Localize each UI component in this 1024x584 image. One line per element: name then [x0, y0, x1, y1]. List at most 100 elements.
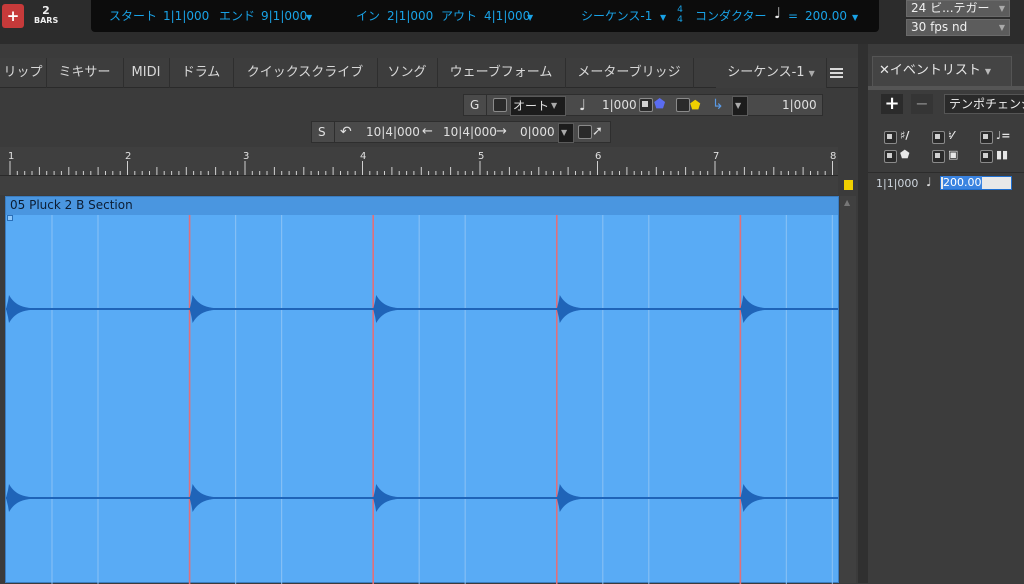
end-label: エンド: [219, 9, 256, 23]
tab-mixer[interactable]: ミキサー: [46, 58, 124, 88]
vertical-scrollbar[interactable]: ▲: [840, 196, 856, 583]
window-tab-bar: リップ ミキサー MIDI ドラム クイックスクライブ ソング ウェーブフォーム…: [0, 58, 858, 88]
marker-checkbox[interactable]: [639, 98, 653, 112]
audio-event[interactable]: 05 Pluck 2 B Section: [5, 196, 839, 584]
grid-value[interactable]: 1|000: [602, 95, 637, 115]
blue-marker-icon: ⬟: [654, 97, 666, 112]
flag-checkbox[interactable]: [676, 98, 690, 112]
ruler-bar-7: 7: [713, 151, 720, 162]
filter-checkbox-marker[interactable]: [884, 150, 897, 163]
ruler-bar-3: 3: [243, 151, 250, 162]
edit-value-1[interactable]: 10|4|000: [366, 122, 420, 142]
tab-clip[interactable]: リップ: [0, 58, 47, 88]
event-value-field[interactable]: 200.00: [940, 176, 1012, 190]
quarter-note-icon: ♩: [774, 4, 782, 22]
chevron-down-icon: ▼: [998, 4, 1005, 13]
grid-button[interactable]: G: [470, 95, 479, 115]
end-value[interactable]: 9|1|000: [261, 9, 307, 23]
event-position: 1|1|000: [876, 177, 919, 190]
chevron-down-icon: ▼: [735, 101, 742, 110]
counter-panel: スタート 1|1|000 エンド 9|1|000 ▼ イン 2|1|000 アウ…: [91, 0, 879, 32]
event-row[interactable]: 1|1|000 ♩ 200.00: [868, 174, 1024, 192]
pane-divider[interactable]: [858, 44, 868, 583]
left-arrow-icon[interactable]: ←: [422, 122, 433, 142]
undo-icon[interactable]: ↶: [340, 122, 352, 142]
conductor-label[interactable]: コンダクター: [695, 9, 767, 23]
sequence-selector[interactable]: シーケンス-1: [581, 9, 652, 23]
ruler-bar-5: 5: [478, 151, 485, 162]
time-signature-icon: ♯/: [900, 129, 910, 142]
filter-checkbox-time-sig[interactable]: [884, 131, 897, 144]
right-arrow-icon[interactable]: →: [496, 122, 507, 142]
snap-button[interactable]: S: [318, 122, 326, 142]
waveform: [6, 215, 838, 584]
tempo-icon: ♩=: [996, 129, 1011, 142]
add-event-button[interactable]: +: [881, 94, 903, 114]
frame-rate-dropdown[interactable]: 24 ビ...テガー ▼: [906, 0, 1010, 17]
event-header[interactable]: 05 Pluck 2 B Section: [6, 197, 838, 215]
grid-mode-value: オート: [513, 99, 550, 113]
timeline-ruler[interactable]: 1 2 3 4 5 6 7 8: [0, 147, 838, 195]
ruler-bar-2: 2: [125, 151, 132, 162]
tempo-value[interactable]: 200.00: [805, 9, 847, 23]
event-type-dropdown[interactable]: テンポチェンジ: [944, 94, 1024, 114]
ruler-bar-8: 8: [830, 151, 837, 162]
time-sig-top: 4: [677, 5, 683, 15]
in-value[interactable]: 2|1|000: [387, 9, 433, 23]
tab-waveform[interactable]: ウェーブフォーム: [437, 58, 566, 88]
tab-meter-bridge[interactable]: メーターブリッジ: [565, 58, 694, 88]
close-icon[interactable]: ✕: [879, 63, 890, 78]
return-arrow-icon[interactable]: ↳: [712, 95, 724, 115]
tab-midi[interactable]: MIDI: [123, 58, 170, 88]
fps-value: 30 fps nd: [911, 20, 968, 34]
pause-icon: ▮▮: [996, 148, 1009, 161]
panel-tab-underline: [868, 86, 1024, 90]
end-dropdown-icon[interactable]: ▼: [303, 9, 312, 25]
tab-drum[interactable]: ドラム: [169, 58, 234, 88]
edit-value-3[interactable]: 0|000: [520, 122, 555, 142]
filter-checkbox-region[interactable]: [932, 150, 945, 163]
scroll-up-icon[interactable]: ▲: [844, 198, 850, 207]
sequence-dropdown-icon[interactable]: ▼: [657, 9, 666, 25]
time-sig-bottom: 4: [677, 15, 683, 25]
filter-checkbox-tempo[interactable]: [980, 131, 993, 144]
tempo-dropdown-icon[interactable]: ▼: [849, 9, 858, 25]
time-signature[interactable]: 4 4: [675, 5, 685, 25]
event-list-panel: ✕イベントリスト ▼ + − テンポチェンジ ♯/ ♮⁄ ♩= ⬟ ▣ ▮▮ 1|…: [868, 54, 1024, 583]
arrow-dropdown[interactable]: ▼: [732, 96, 748, 116]
edit-dropdown[interactable]: ▼: [558, 123, 574, 143]
filter-checkbox-pause[interactable]: [980, 150, 993, 163]
event-value-text: 200.00: [943, 176, 982, 189]
event-type-value: テンポチェンジ: [949, 97, 1024, 111]
offset-value[interactable]: 1|000: [782, 95, 817, 115]
panel-divider: [868, 172, 1024, 173]
out-dropdown-icon[interactable]: ▼: [524, 9, 533, 25]
filter-checkbox-key-sig[interactable]: [932, 131, 945, 144]
end-marker-icon[interactable]: [844, 180, 853, 190]
event-list-title: イベントリスト: [889, 63, 981, 78]
chevron-down-icon: ▼: [561, 128, 568, 137]
pointer-icon[interactable]: ➚: [592, 122, 603, 142]
tab-quickscribe[interactable]: クイックスクライブ: [233, 58, 378, 88]
chevron-down-icon: ▼: [808, 69, 815, 78]
event-list-tab[interactable]: ✕イベントリスト ▼: [872, 56, 1012, 86]
record-button[interactable]: +: [2, 4, 24, 28]
remove-event-button[interactable]: −: [911, 94, 933, 114]
tempo-equals: =: [788, 9, 799, 23]
frame-rate-value: 24 ビ...テガー: [911, 1, 990, 15]
edit-value-2[interactable]: 10|4|000: [443, 122, 497, 142]
pointer-checkbox[interactable]: [578, 125, 592, 139]
start-value[interactable]: 1|1|000: [163, 9, 209, 23]
fps-dropdown[interactable]: 30 fps nd ▼: [906, 19, 1010, 36]
tab-song[interactable]: ソング: [377, 58, 438, 88]
yellow-marker-icon: ⬟: [690, 98, 701, 112]
chevron-down-icon[interactable]: ▼: [985, 67, 991, 76]
tab-sequence-label: シーケンス-1: [727, 65, 805, 80]
menu-icon[interactable]: [826, 58, 848, 88]
region-icon: ▣: [948, 148, 959, 161]
tab-sequence[interactable]: シーケンス-1 ▼: [716, 58, 827, 88]
note-value-icon[interactable]: ♩: [579, 95, 586, 115]
grid-mode-dropdown[interactable]: オート ▼: [510, 96, 566, 116]
transport-bar: + 2 BARS スタート 1|1|000 エンド 9|1|000 ▼ イン 2…: [0, 0, 1024, 44]
grid-checkbox[interactable]: [493, 98, 507, 112]
